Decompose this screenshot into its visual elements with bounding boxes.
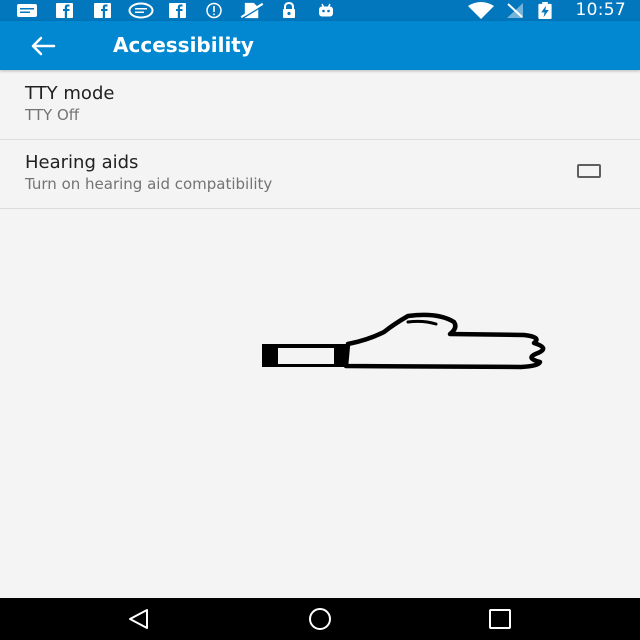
tty-mode-row[interactable]: TTY mode TTY Off — [0, 70, 640, 140]
notification-icon — [17, 4, 37, 17]
android-icon — [319, 3, 333, 17]
facebook-icon — [94, 3, 111, 18]
back-triangle-icon[interactable] — [125, 606, 155, 632]
chat-icon — [128, 2, 154, 19]
facebook-icon — [56, 3, 73, 18]
page-title: Accessibility — [113, 33, 254, 57]
battery-charging-icon — [538, 2, 552, 19]
recents-square-icon[interactable] — [485, 606, 515, 632]
facebook-icon — [169, 3, 186, 18]
status-bar: 10:57 — [0, 0, 640, 21]
thumbs-up-icon — [262, 312, 546, 370]
back-button[interactable] — [22, 31, 66, 61]
hearing-aids-title: Hearing aids — [25, 152, 139, 173]
info-icon — [206, 2, 222, 19]
signal-icon — [507, 3, 523, 18]
arrow-back-icon — [31, 36, 56, 56]
tty-mode-summary: TTY Off — [25, 106, 80, 124]
tty-mode-title: TTY mode — [25, 83, 115, 104]
home-circle-icon[interactable] — [305, 606, 335, 632]
hearing-aids-checkbox[interactable] — [577, 164, 601, 178]
no-sim-icon — [240, 2, 264, 19]
app-bar: Accessibility — [0, 21, 640, 70]
status-time: 10:57 — [575, 0, 626, 20]
wifi-icon — [468, 2, 494, 19]
navigation-bar — [0, 598, 640, 640]
hearing-aids-summary: Turn on hearing aid compatibility — [25, 175, 273, 193]
lock-icon — [283, 2, 295, 18]
hearing-aids-row[interactable]: Hearing aids Turn on hearing aid compati… — [0, 139, 640, 209]
